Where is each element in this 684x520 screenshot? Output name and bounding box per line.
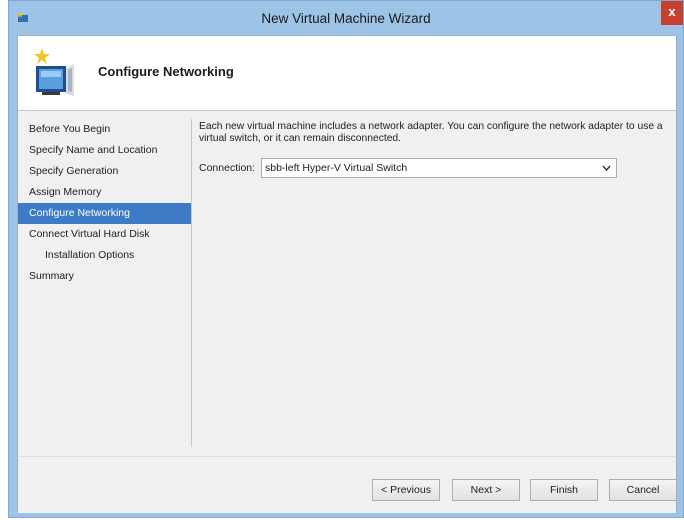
computer-sparkle-icon — [28, 40, 78, 102]
next-button[interactable]: Next > — [452, 479, 520, 501]
wizard-footer: < Previous Next > Finish Cancel — [18, 456, 677, 513]
close-button[interactable]: x — [661, 1, 683, 25]
nav-step-configure-networking[interactable]: Configure Networking — [18, 203, 191, 224]
nav-step-before-you-begin[interactable]: Before You Begin — [18, 119, 191, 140]
step-description: Each new virtual machine includes a netw… — [199, 121, 663, 144]
wizard-header: Configure Networking — [18, 36, 676, 111]
nav-step-connect-virtual-hard-disk[interactable]: Connect Virtual Hard Disk — [18, 224, 191, 245]
connection-selected-value: sbb-left Hyper-V Virtual Switch — [265, 162, 408, 174]
page-title: Configure Networking — [98, 64, 234, 79]
nav-step-specify-generation[interactable]: Specify Generation — [18, 161, 191, 182]
step-content: Each new virtual machine includes a netw… — [199, 121, 669, 178]
nav-step-installation-options[interactable]: Installation Options — [18, 245, 191, 266]
window-title: New Virtual Machine Wizard — [261, 11, 431, 26]
cancel-button[interactable]: Cancel — [609, 479, 677, 501]
connection-row: Connection: sbb-left Hyper-V Virtual Swi… — [199, 158, 669, 180]
nav-step-assign-memory[interactable]: Assign Memory — [18, 182, 191, 203]
nav-step-summary[interactable]: Summary — [18, 266, 191, 287]
title-bar[interactable]: New Virtual Machine Wizard x — [9, 1, 683, 35]
chevron-down-icon[interactable] — [602, 159, 611, 183]
connection-dropdown[interactable]: sbb-left Hyper-V Virtual Switch — [261, 158, 617, 178]
finish-button[interactable]: Finish — [530, 479, 598, 501]
previous-button[interactable]: < Previous — [372, 479, 440, 501]
wizard-steps-nav: Before You Begin Specify Name and Locati… — [18, 119, 192, 447]
nav-step-specify-name-and-location[interactable]: Specify Name and Location — [18, 140, 191, 161]
wizard-window: New Virtual Machine Wizard x Configure N… — [8, 0, 684, 518]
wizard-client: Configure Networking Before You Begin Sp… — [17, 35, 677, 513]
connection-label: Connection: — [199, 162, 256, 174]
close-icon: x — [668, 4, 676, 19]
wizard-body: Before You Begin Specify Name and Locati… — [18, 111, 676, 456]
